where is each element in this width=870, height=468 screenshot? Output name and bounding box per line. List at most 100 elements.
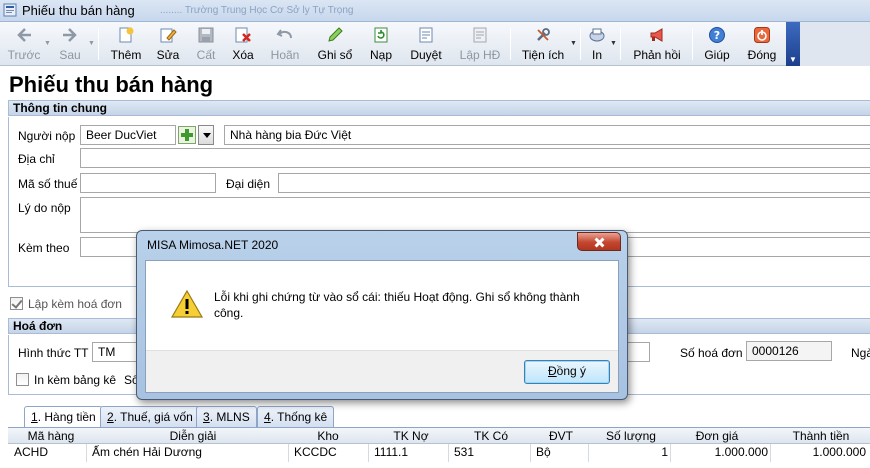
dialog-message: Lỗi khi ghi chứng từ vào sổ cái: thiếu H…	[214, 290, 580, 320]
dialog-body: Lỗi khi ghi chứng từ vào sổ cái: thiếu H…	[145, 260, 619, 393]
print-list-checkbox[interactable]	[16, 373, 29, 386]
grid-divider	[368, 444, 369, 462]
toolbar: Trước ▼ Sau ▼ Thêm Sửa Cất Xóa Hoãn Ghi …	[0, 22, 800, 66]
col-warehouse[interactable]: Kho	[308, 429, 348, 443]
grid-divider	[448, 444, 449, 462]
invoice-number-field[interactable]: 0000126	[746, 341, 832, 361]
grid-divider	[588, 444, 589, 462]
cell-warehouse[interactable]: KCCDC	[294, 445, 337, 459]
address-label: Địa chỉ	[18, 152, 55, 166]
col-credit-account[interactable]: TK Có	[466, 429, 516, 443]
address-field[interactable]	[80, 148, 870, 168]
warning-icon	[170, 289, 204, 318]
dialog-close-button[interactable]	[577, 232, 621, 251]
edit-icon	[160, 28, 177, 43]
cell-unit-price[interactable]: 1.000.000	[672, 445, 768, 459]
invoice-number-label: Số hoá đơn	[680, 346, 743, 360]
tab-goods-money[interactable]: 1. Hàng tiền	[24, 406, 103, 428]
cell-credit-account[interactable]: 531	[454, 445, 474, 459]
reason-field[interactable]	[80, 197, 870, 233]
app-icon	[3, 3, 17, 17]
save-button[interactable]: Cất	[190, 22, 222, 66]
error-dialog: MISA Mimosa.NET 2020 Lỗi khi ghi chứng t…	[136, 230, 628, 400]
undo-icon	[276, 29, 292, 39]
ok-button[interactable]: Đồng ý	[524, 360, 610, 384]
delete-icon	[235, 27, 251, 43]
feedback-button[interactable]: Phản hồi	[628, 22, 686, 66]
add-payer-icon[interactable]	[178, 126, 196, 144]
svg-text:?: ?	[714, 29, 720, 42]
general-section-header: Thông tin chung	[8, 100, 870, 116]
help-button[interactable]: ? Giúp	[698, 22, 736, 66]
add-button[interactable]: Thêm	[106, 22, 146, 66]
next-dropdown-icon[interactable]: ▼	[88, 40, 95, 47]
payer-name-field[interactable]: Nhà hàng bia Đức Việt	[224, 125, 870, 145]
arrow-left-icon	[17, 28, 31, 42]
cell-description[interactable]: Ấm chén Hải Dương	[92, 445, 202, 459]
col-item-code[interactable]: Mã hàng	[26, 429, 76, 443]
load-button[interactable]: Nạp	[362, 22, 400, 66]
grid-divider	[530, 444, 531, 462]
print-list-label: In kèm bảng kê	[34, 373, 117, 387]
next-button[interactable]: Sau	[52, 22, 88, 66]
grid-divider	[670, 444, 671, 462]
col-quantity[interactable]: Số lượng	[606, 429, 656, 443]
new-document-icon	[119, 27, 134, 43]
cell-item-code[interactable]: ACHD	[14, 445, 48, 459]
refresh-icon	[374, 27, 388, 43]
window-titlebar: Phiếu thu bán hàng ........ Trường Trung…	[0, 0, 870, 22]
edit-button[interactable]: Sửa	[150, 22, 186, 66]
grid-divider	[288, 444, 289, 462]
invoice-icon	[473, 27, 487, 43]
post-ledger-button[interactable]: Ghi sổ	[312, 22, 358, 66]
grid-header: Mã hàng Diễn giải Kho TK Nợ TK Có ĐVT Số…	[8, 428, 870, 444]
cell-debit-account[interactable]: 1111.1	[374, 445, 408, 459]
approve-icon	[419, 27, 433, 43]
tab-statistics[interactable]: 4. Thống kê	[257, 406, 335, 427]
payer-code-field[interactable]: Beer DucViet	[80, 125, 176, 145]
print-dropdown-icon[interactable]: ▼	[610, 40, 617, 47]
postpone-button[interactable]: Hoãn	[264, 22, 306, 66]
create-invoice-button[interactable]: Lập HĐ	[454, 22, 506, 66]
power-icon	[754, 27, 770, 43]
col-description[interactable]: Diễn giải	[148, 429, 238, 443]
payer-label: Người nộp	[18, 129, 76, 143]
toolbar-separator	[98, 28, 99, 60]
col-debit-account[interactable]: TK Nợ	[386, 429, 436, 443]
tools-icon	[537, 28, 550, 41]
col-amount[interactable]: Thành tiền	[786, 429, 856, 443]
toolbar-overflow-button[interactable]: ▼	[786, 22, 800, 66]
toolbar-separator	[580, 28, 581, 60]
prev-button[interactable]: Trước	[4, 22, 44, 66]
representative-label: Đại diện	[226, 177, 271, 191]
cell-amount[interactable]: 1.000.000	[770, 445, 866, 459]
col-unit-price[interactable]: Đơn giá	[692, 429, 742, 443]
tax-code-field[interactable]	[80, 173, 216, 193]
window-title: Phiếu thu bán hàng	[22, 3, 135, 18]
approve-button[interactable]: Duyệt	[404, 22, 448, 66]
grid-divider	[770, 444, 771, 462]
col-unit[interactable]: ĐVT	[546, 429, 576, 443]
reason-label: Lý do nộp	[18, 201, 71, 215]
page-title: Phiếu thu bán hàng	[9, 72, 214, 97]
tax-code-label: Mã số thuế	[18, 177, 78, 191]
cell-unit[interactable]: Bộ	[536, 445, 551, 459]
tab-mlns[interactable]: 3. MLNS	[196, 406, 257, 427]
payment-method-label: Hình thức TT	[18, 346, 89, 360]
utilities-dropdown-icon[interactable]: ▼	[570, 40, 577, 47]
toolbar-filler	[800, 22, 870, 66]
window-ghost-text: ........ Trường Trung Học Cơ Sở ly Tự Tr…	[160, 5, 354, 16]
utilities-button[interactable]: Tiện ích	[516, 22, 570, 66]
print-button[interactable]: In	[584, 22, 610, 66]
tab-tax-cost[interactable]: 2. Thuế, giá vốn	[100, 406, 200, 427]
prev-dropdown-icon[interactable]: ▼	[44, 40, 51, 47]
chevron-down-icon: ▼	[789, 55, 797, 64]
print-icon	[589, 28, 605, 42]
delete-button[interactable]: Xóa	[226, 22, 260, 66]
grid-divider	[86, 444, 87, 462]
representative-field[interactable]	[278, 173, 870, 193]
create-with-invoice-checkbox[interactable]	[10, 297, 23, 310]
payer-dropdown-button[interactable]	[198, 125, 214, 145]
cell-quantity[interactable]: 1	[590, 445, 668, 459]
close-button[interactable]: Đóng	[742, 22, 782, 66]
